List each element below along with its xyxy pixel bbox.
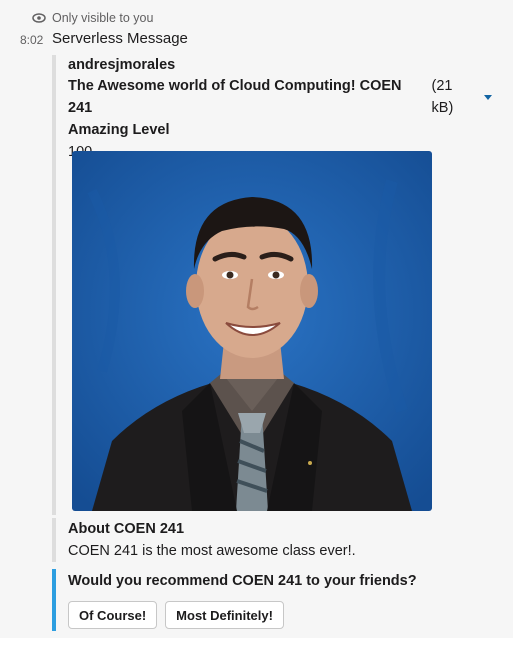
attachment-author[interactable]: andresjmorales (68, 55, 492, 75)
question-block: Would you recommend COEN 241 to your fri… (52, 569, 492, 631)
question-text: Would you recommend COEN 241 to your fri… (68, 573, 417, 589)
of-course-button[interactable]: Of Course! (68, 601, 158, 629)
message-container: Only visible to you 8:02 Serverless Mess… (0, 0, 513, 638)
most-definitely-button[interactable]: Most Definitely! (165, 601, 284, 629)
sender-name[interactable]: Serverless Message (52, 30, 188, 47)
file-size: (21 kB) (431, 78, 454, 116)
about-text: COEN 241 is the most awesome class ever!… (68, 543, 356, 559)
action-buttons: Of Course! Most Definitely! (68, 601, 492, 629)
eye-icon (32, 13, 46, 23)
visibility-text: Only visible to you (52, 11, 154, 25)
caret-down-icon[interactable] (484, 94, 492, 100)
about-section: About COEN 241 COEN 241 is the most awes… (52, 518, 492, 562)
file-title[interactable]: The Awesome world of Cloud Computing! CO… (68, 75, 428, 119)
portrait-image (72, 151, 432, 511)
attachment-photo[interactable] (72, 151, 432, 511)
message-timestamp[interactable]: 8:02 (20, 33, 43, 47)
about-title: About COEN 241 (68, 521, 185, 537)
visibility-note: Only visible to you (32, 11, 153, 25)
field-title: Amazing Level (68, 122, 170, 138)
file-attachment: andresjmorales The Awesome world of Clou… (52, 55, 492, 515)
file-row: The Awesome world of Cloud Computing! CO… (68, 75, 492, 119)
